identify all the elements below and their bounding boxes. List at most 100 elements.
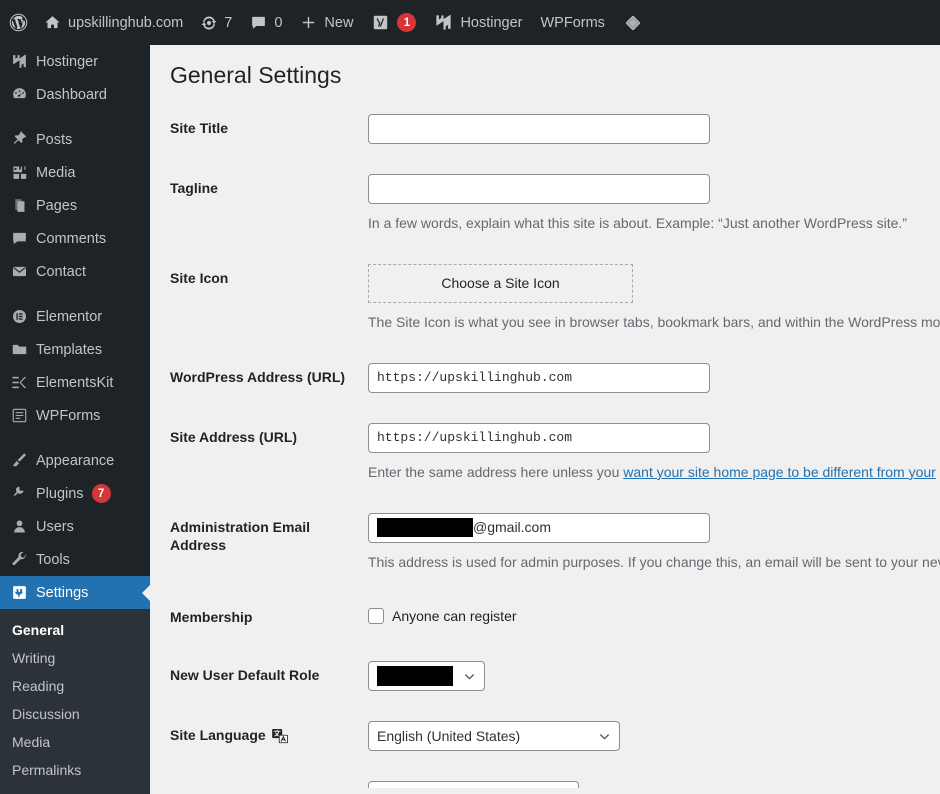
admin-email-suffix: @gmail.com xyxy=(473,519,552,536)
choose-site-icon-button[interactable]: Choose a Site Icon xyxy=(368,263,633,303)
admin-email-description: This address is used for admin purposes.… xyxy=(368,553,940,570)
adminbar-comments-count: 0 xyxy=(274,14,283,31)
plus-icon xyxy=(300,14,317,31)
new-user-role-select[interactable] xyxy=(368,661,485,692)
adminbar-hostinger[interactable]: Hostinger xyxy=(425,0,531,45)
hostinger-icon xyxy=(4,53,34,70)
diamond-icon xyxy=(623,13,643,33)
site-address-input[interactable]: https://upskillinghub.com xyxy=(368,422,710,453)
field-label-site-address: Site Address (URL) xyxy=(170,428,298,445)
updates-icon xyxy=(201,15,217,31)
submenu-item-permalinks[interactable]: Permalinks xyxy=(0,756,150,784)
sidebar-item-contact[interactable]: Contact xyxy=(0,255,150,288)
sidebar-item-tools[interactable]: Tools xyxy=(0,543,150,576)
comment-bubble-icon xyxy=(250,14,267,31)
sidebar-item-label: Comments xyxy=(36,230,107,247)
wpforms-icon xyxy=(4,407,34,424)
site-title-input[interactable] xyxy=(368,113,710,144)
envelope-icon xyxy=(4,263,34,280)
hostinger-icon xyxy=(434,13,453,32)
elementor-icon xyxy=(4,308,34,325)
field-row-site-address: Site Address (URL) https://upskillinghub… xyxy=(150,408,940,498)
submenu-item-writing[interactable]: Writing xyxy=(0,644,150,672)
sidebar-item-label: Contact xyxy=(36,263,86,280)
adminbar-hostinger-label: Hostinger xyxy=(460,14,523,31)
sidebar-item-appearance[interactable]: Appearance xyxy=(0,444,150,477)
admin-email-input[interactable]: @gmail.com xyxy=(368,512,710,543)
adminbar-yoast-badge: 1 xyxy=(397,13,417,32)
field-label-admin-email: Administration Email Address xyxy=(170,518,311,554)
chevron-down-icon xyxy=(463,670,476,683)
submenu-item-media[interactable]: Media xyxy=(0,728,150,756)
wordpress-address-input[interactable]: https://upskillinghub.com xyxy=(368,362,710,393)
submenu-item-reading[interactable]: Reading xyxy=(0,672,150,700)
sidebar-item-templates[interactable]: Templates xyxy=(0,333,150,366)
tagline-input[interactable] xyxy=(368,173,710,204)
field-row-membership: Membership Anyone can register xyxy=(150,588,940,646)
adminbar-wp-logo[interactable] xyxy=(0,0,35,45)
field-label-site-language: Site Language xyxy=(150,706,368,764)
wordpress-logo-icon xyxy=(8,12,29,33)
redaction-box xyxy=(377,666,453,687)
sidebar-item-label: Plugins xyxy=(36,485,84,502)
sidebar-item-comments[interactable]: Comments xyxy=(0,222,150,255)
sidebar-plugins-badge: 7 xyxy=(91,484,111,503)
sidebar-item-posts[interactable]: Posts xyxy=(0,123,150,156)
sidebar-item-hostinger[interactable]: Hostinger xyxy=(0,45,150,78)
folder-icon xyxy=(4,341,34,358)
admin-bar: upskillinghub.com 7 0 New 1 Hostinger WP… xyxy=(0,0,940,45)
site-icon-description: The Site Icon is what you see in browser… xyxy=(368,313,940,330)
sidebar-item-settings[interactable]: Settings xyxy=(0,576,151,609)
field-row-admin-email: Administration Email Address @gmail.com … xyxy=(150,498,940,588)
sidebar-item-label: Media xyxy=(36,164,76,181)
adminbar-new-content[interactable]: New xyxy=(291,0,362,45)
sidebar-item-plugins[interactable]: Plugins 7 xyxy=(0,477,150,510)
sidebar-item-label: Pages xyxy=(36,197,78,214)
translation-flag-icon xyxy=(271,728,289,744)
submenu-item-discussion[interactable]: Discussion xyxy=(0,700,150,728)
sidebar-item-label: Tools xyxy=(36,551,70,568)
admin-sidebar-menu: Hostinger Dashboard Posts Media Pages Co… xyxy=(0,45,151,794)
sidebar-item-pages[interactable]: Pages xyxy=(0,189,150,222)
user-icon xyxy=(4,518,34,535)
adminbar-updates-count: 7 xyxy=(224,14,233,31)
comment-bubble-icon xyxy=(4,230,34,247)
adminbar-wpforms[interactable]: WPForms xyxy=(532,0,614,45)
adminbar-comments[interactable]: 0 xyxy=(241,0,291,45)
adminbar-elementskit[interactable] xyxy=(614,0,652,45)
adminbar-site-name[interactable]: upskillinghub.com xyxy=(35,0,192,45)
sidebar-item-users[interactable]: Users xyxy=(0,510,150,543)
brush-icon xyxy=(4,452,34,469)
sidebar-item-elementskit[interactable]: ElementsKit xyxy=(0,366,150,399)
field-row-site-title: Site Title xyxy=(150,99,940,159)
site-language-select[interactable]: English (United States) xyxy=(368,721,620,752)
field-label-new-user-role: New User Default Role xyxy=(170,667,320,684)
field-label-site-icon: Site Icon xyxy=(170,269,229,286)
membership-checkbox-row[interactable]: Anyone can register xyxy=(368,603,930,627)
adminbar-yoast[interactable]: 1 xyxy=(362,0,425,45)
field-label-tagline: Tagline xyxy=(170,179,218,196)
sidebar-item-elementor[interactable]: Elementor xyxy=(0,300,150,333)
timezone-select[interactable]: UTC+5:30 xyxy=(368,781,579,788)
sidebar-item-label: Dashboard xyxy=(36,86,107,103)
adminbar-new-label: New xyxy=(324,14,354,31)
anyone-can-register-checkbox[interactable] xyxy=(368,608,384,625)
adminbar-updates[interactable]: 7 xyxy=(192,0,241,45)
wrench-icon xyxy=(4,551,34,568)
sidebar-item-label: Elementor xyxy=(36,308,103,325)
sidebar-item-wpforms[interactable]: WPForms xyxy=(0,399,150,432)
home-icon xyxy=(44,14,61,31)
adminbar-wpforms-label: WPForms xyxy=(540,14,605,31)
field-row-tagline: Tagline In a few words, explain what thi… xyxy=(150,159,940,249)
field-label-membership: Membership xyxy=(170,608,253,625)
tagline-description: In a few words, explain what this site i… xyxy=(368,214,907,231)
submenu-item-general[interactable]: General xyxy=(0,616,150,644)
yoast-seo-icon xyxy=(371,13,390,32)
sidebar-item-dashboard[interactable]: Dashboard xyxy=(0,78,150,111)
sidebar-item-label: ElementsKit xyxy=(36,374,114,391)
site-address-description-link[interactable]: want your site home page to be different… xyxy=(623,464,936,480)
anyone-can-register-label: Anyone can register xyxy=(392,607,517,624)
sidebar-item-media[interactable]: Media xyxy=(0,156,150,189)
pin-icon xyxy=(4,131,34,148)
site-address-description-prefix: Enter the same address here unless you xyxy=(368,463,624,480)
